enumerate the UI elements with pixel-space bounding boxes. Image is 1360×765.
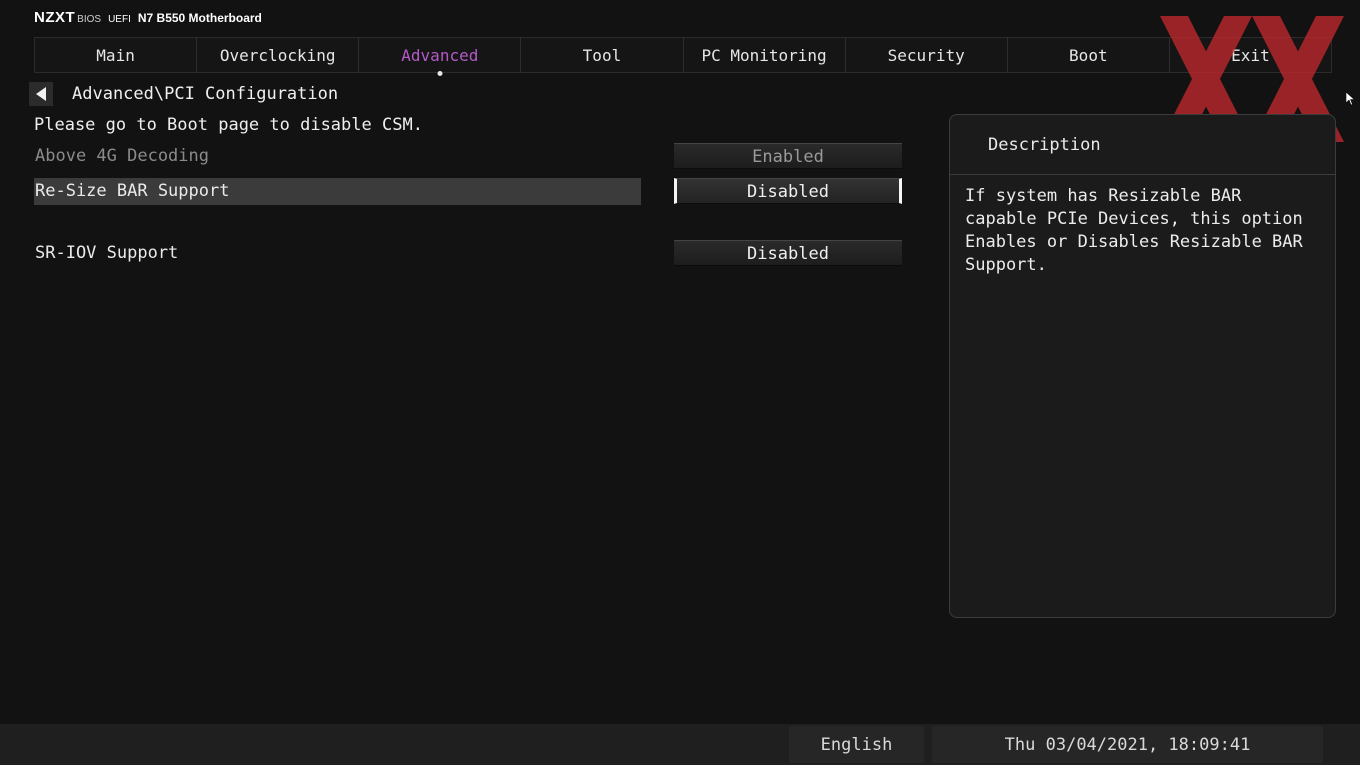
tab-security[interactable]: Security	[846, 38, 1008, 72]
back-arrow-icon	[36, 87, 46, 101]
setting-label[interactable]: Re-Size BAR Support	[34, 178, 641, 205]
description-text: If system has Resizable BAR capable PCIe…	[965, 186, 1303, 275]
date-time-display: Thu 03/04/2021, 18:09:41	[932, 726, 1323, 763]
tab-pc-monitoring[interactable]: PC Monitoring	[684, 38, 846, 72]
description-title: Description	[950, 115, 1335, 175]
brand-bios-label: BIOS	[77, 14, 102, 25]
setting-value-button[interactable]: Disabled	[674, 240, 902, 266]
description-panel: Description If system has Resizable BAR …	[949, 114, 1336, 618]
back-button[interactable]	[29, 82, 53, 106]
brand-logo: NZXT	[34, 9, 76, 26]
brand-header: NZXT BIOS UEFI N7 B550 Motherboard	[34, 9, 262, 27]
setting-label: Above 4G Decoding	[35, 146, 209, 166]
board-model: N7 B550 Motherboard	[137, 11, 262, 25]
tab-tool[interactable]: Tool	[521, 38, 684, 72]
tab-advanced[interactable]: Advanced	[359, 38, 522, 72]
tab-overclocking[interactable]: Overclocking	[197, 38, 360, 72]
breadcrumb: Advanced\PCI Configuration	[72, 84, 339, 104]
tab-boot[interactable]: Boot	[1008, 38, 1170, 72]
setting-value-button[interactable]: Disabled	[674, 178, 902, 204]
brand-uefi-label: UEFI	[108, 14, 131, 25]
tab-main[interactable]: Main	[35, 38, 198, 72]
csm-notice: Please go to Boot page to disable CSM.	[34, 115, 423, 135]
bios-screen: NZXT BIOS UEFI N7 B550 Motherboard Main …	[0, 0, 1360, 765]
language-selector[interactable]: English	[789, 726, 924, 763]
mouse-pointer-icon	[1346, 92, 1355, 106]
setting-value-button: Enabled	[674, 143, 902, 169]
setting-label[interactable]: SR-IOV Support	[34, 240, 641, 267]
main-tabs: Main Overclocking Advanced Tool PC Monit…	[34, 37, 1332, 73]
